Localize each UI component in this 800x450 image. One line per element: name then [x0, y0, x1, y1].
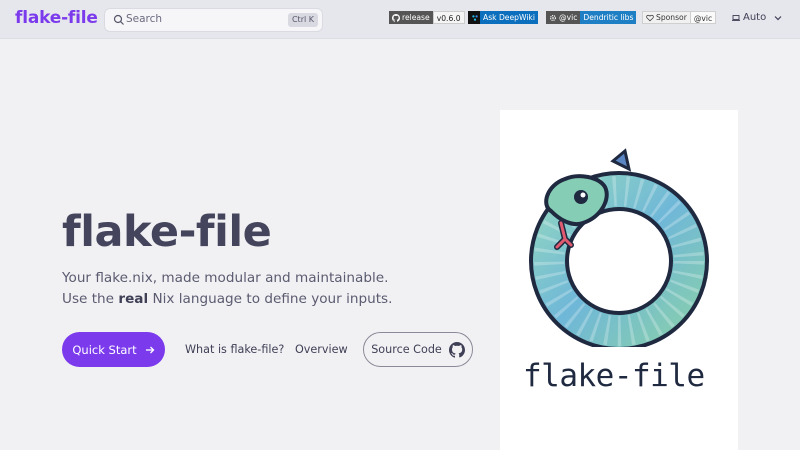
search-icon — [113, 14, 124, 25]
gear-icon — [550, 14, 556, 21]
what-is-link[interactable]: What is flake-file? — [185, 343, 284, 356]
top-nav: flake-file Search Ctrl K release v0.6.0 … — [0, 0, 800, 39]
theme-switcher[interactable]: Auto — [732, 12, 766, 23]
overview-link[interactable]: Overview — [295, 343, 348, 356]
tagline-line-1: Your flake.nix, made modular and maintai… — [62, 270, 389, 286]
logo-card: flake-file — [500, 110, 738, 450]
laptop-icon — [732, 14, 740, 21]
source-code-button[interactable]: Source Code — [363, 332, 473, 367]
search-box[interactable]: Search Ctrl K — [104, 8, 323, 32]
theme-label: Auto — [743, 12, 767, 23]
sponsor-badge[interactable]: Sponsor @vic — [642, 11, 717, 24]
heart-icon — [646, 14, 654, 21]
github-icon — [392, 13, 400, 22]
search-shortcut: Ctrl K — [287, 13, 318, 27]
search-placeholder: Search — [126, 13, 163, 25]
tagline-line-2: Use the real Nix language to define your… — [62, 291, 393, 307]
chevron-down-icon[interactable] — [774, 15, 782, 21]
emphasis-real: real — [118, 291, 149, 307]
deepwiki-badge[interactable]: Ask DeepWiki — [468, 11, 538, 24]
logo-wordmark: flake-file — [523, 358, 705, 394]
site-title[interactable]: flake-file — [15, 8, 98, 28]
dendritic-badge[interactable]: @vic Dendritic libs — [546, 11, 637, 24]
arrow-right-icon — [145, 346, 155, 353]
snake-logo-icon — [529, 148, 709, 347]
deepwiki-icon — [472, 14, 478, 21]
quick-start-button[interactable]: Quick Start — [62, 332, 165, 367]
hero-title: flake-file — [62, 207, 272, 257]
release-badge[interactable]: release v0.6.0 — [389, 11, 465, 24]
github-icon — [448, 341, 465, 358]
